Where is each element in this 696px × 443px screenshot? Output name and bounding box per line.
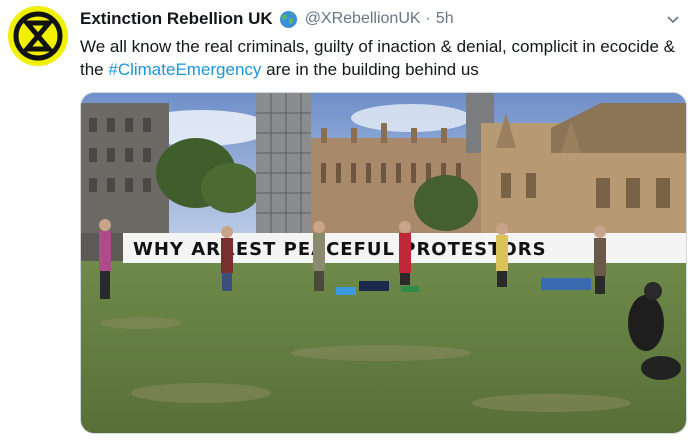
tweet-text-after: are in the building behind us xyxy=(261,60,479,79)
timestamp[interactable]: 5h xyxy=(436,10,454,28)
chevron-down-icon[interactable] xyxy=(664,10,682,28)
tweet-photo[interactable]: WHY ARREST PEACEFUL PROTESTORS xyxy=(80,92,687,434)
extinction-symbol-icon xyxy=(13,11,63,61)
tweet-header: Extinction Rebellion UK @XRebellionUK · … xyxy=(80,6,696,32)
tweet-content: Extinction Rebellion UK @XRebellionUK · … xyxy=(80,6,696,81)
avatar[interactable] xyxy=(8,6,68,66)
user-handle[interactable]: @XRebellionUK xyxy=(305,10,421,28)
protest-photo-illustration: WHY ARREST PEACEFUL PROTESTORS xyxy=(81,93,686,433)
tweet-card[interactable]: Extinction Rebellion UK @XRebellionUK · … xyxy=(0,0,696,443)
tweet-text: We all know the real criminals, guilty o… xyxy=(80,35,680,81)
globe-icon xyxy=(279,10,297,28)
display-name[interactable]: Extinction Rebellion UK xyxy=(80,9,273,29)
banner-text: WHY ARREST PEACEFUL PROTESTORS xyxy=(133,239,547,260)
separator-dot: · xyxy=(425,10,431,27)
hashtag-link[interactable]: #ClimateEmergency xyxy=(108,60,261,79)
